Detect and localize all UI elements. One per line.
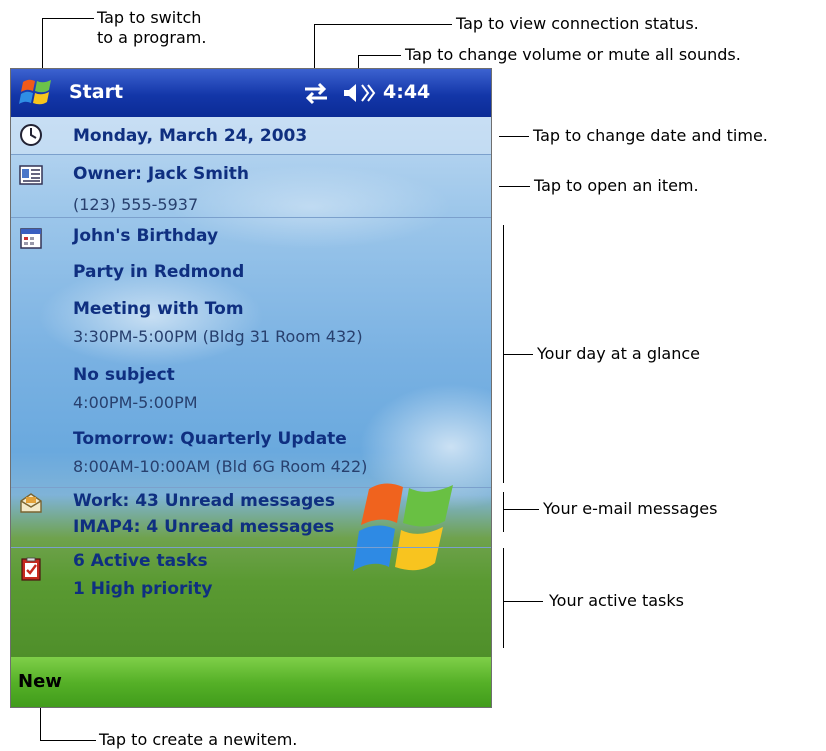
callout-new-item: Tap to create a newitem. bbox=[99, 730, 298, 749]
callout-volume: Tap to change volume or mute all sounds. bbox=[405, 45, 741, 64]
callout-connection-hline bbox=[314, 24, 452, 25]
appointment-detail: 3:30PM-5:00PM (Bldg 31 Room 432) bbox=[73, 327, 363, 346]
appointment-title[interactable]: No subject bbox=[73, 365, 175, 385]
task-summary[interactable]: 6 Active tasks bbox=[73, 551, 208, 571]
task-check-icon bbox=[21, 557, 41, 581]
calendar-icon bbox=[20, 228, 42, 249]
message-summary[interactable]: IMAP4: 4 Unread messages bbox=[73, 517, 334, 537]
divider bbox=[11, 154, 491, 155]
callout-volume-hline bbox=[358, 55, 401, 56]
clock-icon bbox=[20, 124, 42, 146]
envelope-icon bbox=[20, 493, 42, 513]
callout-open-item-line bbox=[499, 186, 530, 187]
message-summary[interactable]: Work: 43 Unread messages bbox=[73, 491, 335, 511]
owner-name[interactable]: Owner: Jack Smith bbox=[73, 164, 249, 184]
callout-connection: Tap to view connection status. bbox=[456, 14, 699, 33]
callout-day-glance: Your day at a glance bbox=[537, 344, 700, 363]
callout-switch-program-line2: to a program. bbox=[97, 28, 207, 47]
windows-flag-icon bbox=[19, 79, 51, 105]
task-priority[interactable]: 1 High priority bbox=[73, 579, 212, 599]
callout-email-bracket bbox=[503, 492, 504, 532]
date-item[interactable]: Monday, March 24, 2003 bbox=[73, 126, 307, 146]
windows-logo-watermark bbox=[353, 483, 453, 571]
connection-arrows-icon[interactable] bbox=[301, 81, 331, 105]
today-screen: Monday, March 24, 2003 Owner: Jack Smith… bbox=[11, 117, 491, 657]
callout-date-time: Tap to change date and time. bbox=[533, 126, 768, 145]
callout-switch-program-line1: Tap to switch bbox=[97, 8, 202, 27]
clock-time[interactable]: 4:44 bbox=[383, 81, 430, 103]
divider bbox=[11, 217, 491, 218]
appointment-detail: 4:00PM-5:00PM bbox=[73, 393, 198, 412]
appointment-title[interactable]: Meeting with Tom bbox=[73, 299, 244, 319]
start-label[interactable]: Start bbox=[69, 81, 123, 103]
owner-card-icon bbox=[19, 165, 43, 185]
callout-tasks-line bbox=[503, 601, 543, 602]
callout-new-item-hline bbox=[40, 740, 96, 741]
menu-bar: New bbox=[11, 657, 491, 707]
callout-tasks: Your active tasks bbox=[549, 591, 684, 610]
appointment-title[interactable]: Party in Redmond bbox=[73, 262, 244, 282]
callout-open-item: Tap to open an item. bbox=[534, 176, 699, 195]
new-button[interactable]: New bbox=[18, 671, 62, 692]
callout-email-line bbox=[503, 509, 539, 510]
appointment-title[interactable]: Tomorrow: Quarterly Update bbox=[73, 429, 347, 449]
callout-day-glance-line bbox=[503, 354, 533, 355]
navigation-bar: Start 4:44 bbox=[11, 69, 491, 117]
start-menu-button[interactable] bbox=[11, 69, 63, 117]
callout-email: Your e-mail messages bbox=[543, 499, 718, 518]
callout-tasks-bracket bbox=[503, 548, 504, 648]
callout-date-time-line bbox=[499, 136, 529, 137]
owner-phone: (123) 555-5937 bbox=[73, 195, 199, 214]
callout-switch-program-hline bbox=[42, 18, 94, 19]
divider bbox=[11, 547, 491, 548]
callout-new-item-vline bbox=[40, 708, 41, 740]
speaker-muted-icon[interactable] bbox=[342, 81, 376, 105]
callout-switch-program-vline bbox=[42, 18, 43, 70]
appointment-detail: 8:00AM-10:00AM (Bld 6G Room 422) bbox=[73, 457, 368, 476]
device-screen: Start 4:44 Monday, March 24, 2003 Owner:… bbox=[10, 68, 492, 708]
appointment-title[interactable]: John's Birthday bbox=[73, 226, 218, 246]
